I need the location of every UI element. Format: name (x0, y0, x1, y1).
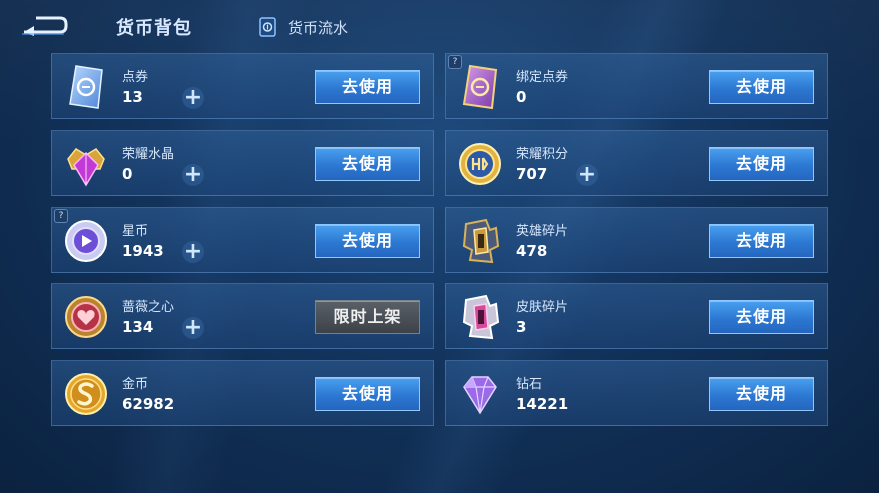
currency-name: 点券 (122, 70, 149, 85)
currency-card-diamond: 钻石 14221 去使用 (445, 360, 828, 426)
use-bound-coupon-button[interactable]: 去使用 (709, 70, 814, 104)
plus-icon: + (577, 162, 597, 187)
currency-amount: 478 (516, 242, 548, 260)
use-glory-crystal-button[interactable]: 去使用 (315, 147, 420, 181)
plus-icon: + (183, 162, 203, 187)
currency-name: 荣耀水晶 (122, 147, 175, 162)
add-coupon-button[interactable]: + (182, 87, 204, 109)
currency-name: 绑定点券 (516, 70, 569, 85)
add-glory-points-button[interactable]: + (576, 164, 598, 186)
hero-fragment-icon (462, 218, 500, 264)
currency-name: 英雄碎片 (516, 224, 569, 239)
add-star-coin-button[interactable]: + (182, 241, 204, 263)
plus-icon: + (183, 315, 203, 340)
bound-coupon-icon (462, 64, 498, 110)
rose-heart-icon (65, 296, 107, 338)
coupon-icon (69, 65, 103, 109)
currency-flow-tab[interactable]: 货币流水 (258, 15, 348, 39)
currency-amount: 134 (122, 318, 154, 336)
currency-amount: 1943 (122, 242, 164, 260)
diamond-icon (463, 376, 497, 415)
currency-card-glory-points: 荣耀积分 707 + 去使用 (445, 130, 828, 196)
currency-card-skin-fragment: 皮肤碎片 3 去使用 (445, 283, 828, 349)
skin-fragment-icon (462, 294, 500, 340)
header: 货币背包 货币流水 (0, 0, 879, 52)
back-arrow-icon (22, 16, 68, 36)
currency-amount: 0 (516, 88, 527, 106)
currency-amount: 707 (516, 165, 548, 183)
currency-amount: 0 (122, 165, 133, 183)
currency-card-hero-fragment: 英雄碎片 478 去使用 (445, 207, 828, 273)
gold-coin-icon (65, 373, 107, 415)
currency-card-star-coin: ? 星币 1943 + 去使用 (51, 207, 434, 273)
glory-points-icon (459, 143, 501, 185)
currency-card-coupon: 点券 13 + 去使用 (51, 53, 434, 119)
use-coupon-button[interactable]: 去使用 (315, 70, 420, 104)
currency-name: 钻石 (516, 377, 543, 392)
use-star-coin-button[interactable]: 去使用 (315, 224, 420, 258)
currency-name: 蔷薇之心 (122, 300, 175, 315)
currency-name: 金币 (122, 377, 149, 392)
currency-card-glory-crystal: 荣耀水晶 0 + 去使用 (51, 130, 434, 196)
currency-amount: 13 (122, 88, 143, 106)
currency-card-gold-coin: 金币 62982 去使用 (51, 360, 434, 426)
use-diamond-button[interactable]: 去使用 (709, 377, 814, 411)
currency-amount: 62982 (122, 395, 175, 413)
use-gold-coin-button[interactable]: 去使用 (315, 377, 420, 411)
currency-flow-icon (259, 17, 276, 37)
currency-amount: 3 (516, 318, 527, 336)
use-skin-fragment-button[interactable]: 去使用 (709, 300, 814, 334)
currency-name: 星币 (122, 224, 149, 239)
limited-time-button[interactable]: 限时上架 (315, 300, 420, 334)
add-rose-heart-button[interactable]: + (182, 317, 204, 339)
currency-amount: 14221 (516, 395, 569, 413)
currency-name: 荣耀积分 (516, 147, 569, 162)
back-button[interactable] (20, 14, 68, 36)
currency-flow-label: 货币流水 (288, 18, 349, 37)
add-glory-crystal-button[interactable]: + (182, 164, 204, 186)
plus-icon: + (183, 239, 203, 264)
page-title: 货币背包 (116, 18, 192, 39)
currency-card-rose-heart: 蔷薇之心 134 + 限时上架 (51, 283, 434, 349)
use-glory-points-button[interactable]: 去使用 (709, 147, 814, 181)
glory-crystal-icon (67, 148, 105, 187)
currency-card-bound-coupon: ? 绑定点券 0 去使用 (445, 53, 828, 119)
star-coin-icon (65, 220, 107, 262)
currency-name: 皮肤碎片 (516, 300, 569, 315)
use-hero-fragment-button[interactable]: 去使用 (709, 224, 814, 258)
plus-icon: + (183, 85, 203, 110)
